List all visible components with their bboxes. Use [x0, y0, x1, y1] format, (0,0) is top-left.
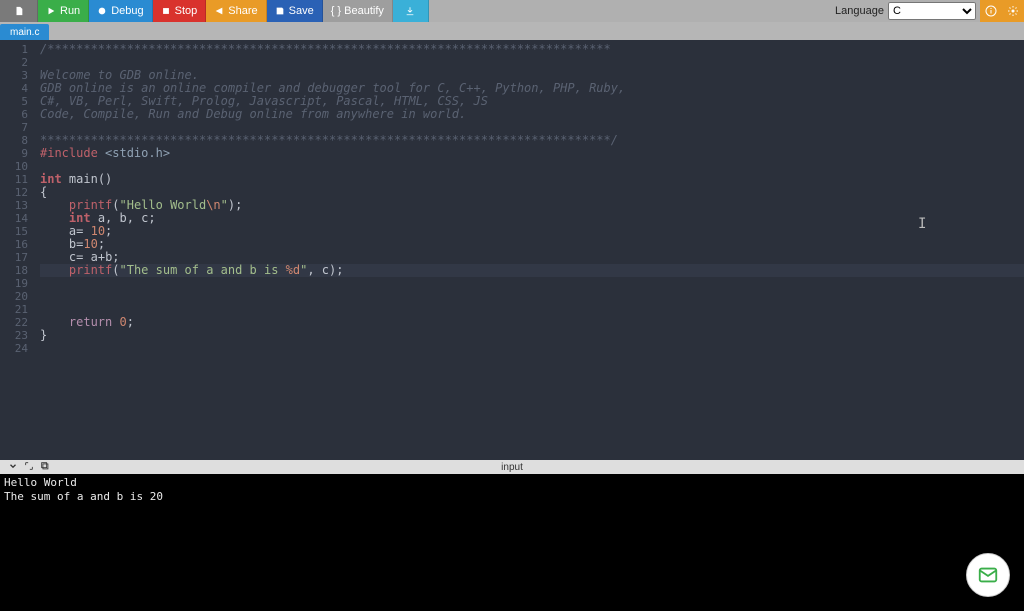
- save-icon: [275, 6, 285, 16]
- bug-icon: [97, 6, 107, 16]
- run-button[interactable]: Run: [38, 0, 89, 22]
- file-tab-label: main.c: [10, 27, 39, 38]
- beautify-label: { } Beautify: [331, 5, 384, 17]
- debug-label: Debug: [111, 5, 143, 17]
- share-icon: [214, 6, 224, 16]
- share-button[interactable]: Share: [206, 0, 266, 22]
- code-area[interactable]: /***************************************…: [34, 40, 1024, 460]
- expand-icon[interactable]: [24, 461, 34, 474]
- copy-icon[interactable]: [40, 461, 50, 474]
- save-button[interactable]: Save: [267, 0, 323, 22]
- text-cursor-icon: I: [918, 216, 926, 232]
- file-icon: [14, 6, 24, 16]
- mail-icon: [977, 564, 999, 586]
- chat-button[interactable]: [966, 553, 1010, 597]
- language-label: Language: [835, 5, 884, 17]
- stop-label: Stop: [175, 5, 198, 17]
- settings-button[interactable]: [1002, 0, 1024, 22]
- console-tools: [0, 461, 50, 474]
- tab-strip: main.c: [0, 22, 1024, 40]
- file-tab[interactable]: main.c: [0, 24, 49, 40]
- line-gutter: 123456789101112131415161718192021222324: [0, 40, 34, 460]
- run-label: Run: [60, 5, 80, 17]
- toolbar: Run Debug Stop Share Save { } Beautify L…: [0, 0, 1024, 22]
- beautify-button[interactable]: { } Beautify: [323, 0, 393, 22]
- toolbar-spacer: [429, 0, 831, 22]
- console-output[interactable]: Hello World The sum of a and b is 20: [0, 474, 1024, 611]
- new-file-button[interactable]: [0, 0, 38, 22]
- chevron-down-icon[interactable]: [8, 461, 18, 474]
- info-icon: [985, 5, 997, 17]
- info-button[interactable]: [980, 0, 1002, 22]
- download-icon: [405, 6, 415, 16]
- language-area: Language C: [831, 0, 980, 22]
- code-editor[interactable]: 123456789101112131415161718192021222324 …: [0, 40, 1024, 460]
- language-select[interactable]: C: [888, 2, 976, 20]
- debug-button[interactable]: Debug: [89, 0, 152, 22]
- save-label: Save: [289, 5, 314, 17]
- console-tab-label[interactable]: input: [0, 462, 1024, 473]
- download-button[interactable]: [393, 0, 429, 22]
- stop-icon: [161, 6, 171, 16]
- play-icon: [46, 6, 56, 16]
- console-bar: input: [0, 460, 1024, 474]
- share-label: Share: [228, 5, 257, 17]
- stop-button[interactable]: Stop: [153, 0, 207, 22]
- gear-icon: [1007, 5, 1019, 17]
